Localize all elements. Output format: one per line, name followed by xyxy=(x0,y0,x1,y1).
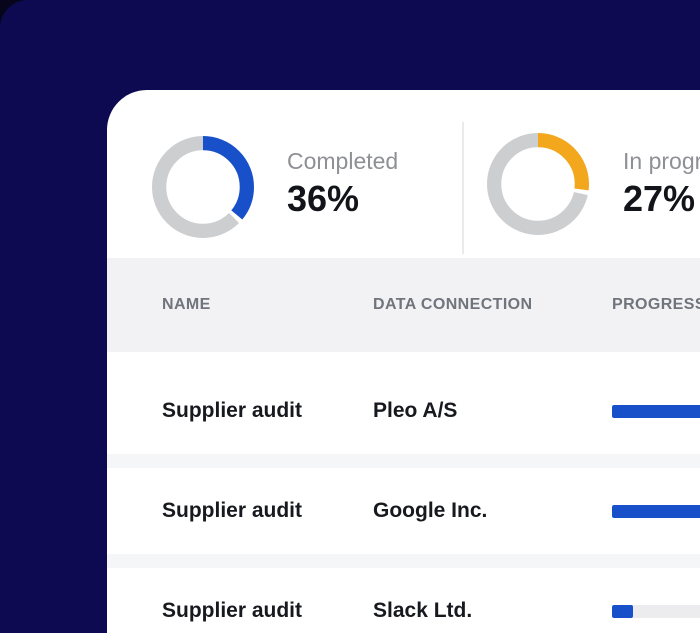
row-data-connection: Google Inc. xyxy=(373,499,488,522)
progress-bar-fill xyxy=(612,404,700,418)
row-name: Supplier audit xyxy=(162,399,303,422)
progress-bar-track xyxy=(612,504,700,518)
row-name: Supplier audit xyxy=(162,599,303,622)
progress-bar-fill xyxy=(612,504,700,518)
screenshot-viewport: Completed 36% In progress 27% NAME DATA xyxy=(0,0,700,633)
table-header-row: NAME DATA CONNECTION PROGRESS xyxy=(107,258,700,352)
row-separator xyxy=(107,454,700,468)
in-progress-stat-value: 27% xyxy=(623,178,696,219)
row-separator xyxy=(107,554,700,568)
stats-vertical-divider xyxy=(462,122,464,254)
table-row[interactable]: Supplier audit Pleo A/S xyxy=(107,368,700,454)
column-header-name: NAME xyxy=(162,296,211,313)
progress-bar-track xyxy=(612,404,700,418)
completed-stat-label: Completed xyxy=(287,148,399,174)
row-name: Supplier audit xyxy=(162,499,303,522)
dashboard-card: Completed 36% In progress 27% NAME DATA xyxy=(107,90,700,633)
table-row[interactable]: Supplier audit Google Inc. xyxy=(107,468,700,554)
column-header-progress: PROGRESS xyxy=(612,296,700,313)
progress-bar-track xyxy=(612,604,700,618)
in-progress-stat-label: In progress xyxy=(623,148,700,174)
table-header-spacer xyxy=(107,352,700,368)
in-progress-donut-chart xyxy=(487,133,589,235)
row-data-connection: Pleo A/S xyxy=(373,399,458,422)
completed-stat: Completed 36% xyxy=(287,147,398,218)
table-row[interactable]: Supplier audit Slack Ltd. xyxy=(107,568,700,633)
row-data-connection: Slack Ltd. xyxy=(373,599,473,622)
column-header-data-connection: DATA CONNECTION xyxy=(373,296,533,313)
audits-table: NAME DATA CONNECTION PROGRESS Supplier a… xyxy=(107,258,700,633)
completed-stat-value: 36% xyxy=(287,178,360,219)
progress-bar-fill xyxy=(612,604,633,618)
stats-section: Completed 36% In progress 27% xyxy=(107,90,700,258)
in-progress-stat: In progress 27% xyxy=(623,147,700,218)
completed-donut-chart xyxy=(152,136,254,238)
